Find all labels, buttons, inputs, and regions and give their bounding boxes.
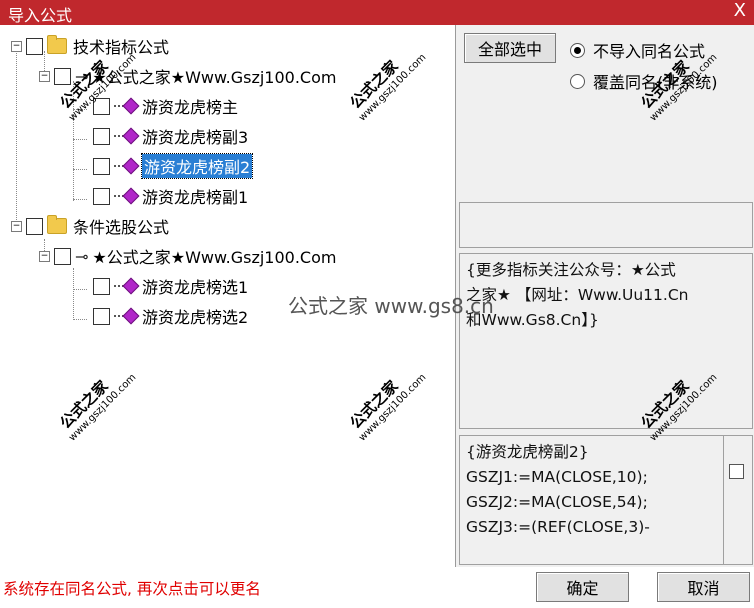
code-line: {游资龙虎榜副2}: [466, 443, 589, 461]
tree-connector: [73, 139, 87, 140]
tree-item[interactable]: 游资龙虎榜选2: [93, 304, 248, 328]
tree-connector: [73, 319, 87, 320]
key-icon: ⊸: [75, 246, 89, 266]
item-checkbox[interactable]: [93, 187, 110, 205]
group-checkbox[interactable]: [26, 37, 43, 55]
description-line: {更多指标关注公众号：★公式: [466, 261, 676, 279]
formula-icon: [114, 187, 140, 205]
item-checkbox[interactable]: [93, 277, 110, 295]
tree-item-selected[interactable]: 游资龙虎榜副2: [93, 153, 254, 179]
tree-group-stock[interactable]: − 条件选股公式: [11, 214, 169, 238]
collapse-icon[interactable]: −: [39, 70, 50, 82]
radio-icon[interactable]: [570, 73, 585, 89]
item-label[interactable]: 游资龙虎榜选1: [142, 274, 248, 298]
code-line: GSZJ1:=MA(CLOSE,10);: [466, 468, 648, 486]
tree-item[interactable]: 游资龙虎榜主: [93, 94, 238, 118]
status-message: 系统存在同名公式, 再次点击可以更名: [3, 580, 261, 598]
formula-icon: [114, 97, 140, 115]
formula-icon: [114, 277, 140, 295]
tree-connector: [73, 199, 87, 200]
group-checkbox[interactable]: [26, 217, 43, 235]
group-label[interactable]: 条件选股公式: [73, 214, 169, 238]
subgroup-label[interactable]: ★公式之家★Www.Gszj100.Com: [92, 244, 336, 268]
tree-item[interactable]: 游资龙虎榜副1: [93, 184, 248, 208]
description-text: {更多指标关注公众号：★公式 之家★ 【网址：Www.Uu11.Cn 和Www.…: [466, 258, 748, 333]
tree-subgroup[interactable]: − ⊸ ★公式之家★Www.Gszj100.Com: [39, 244, 336, 268]
formula-icon: [114, 157, 140, 175]
collapse-icon[interactable]: −: [11, 40, 22, 52]
subgroup-checkbox[interactable]: [54, 247, 71, 265]
tree-item[interactable]: 游资龙虎榜选1: [93, 274, 248, 298]
cancel-button[interactable]: 取消: [657, 572, 750, 602]
tree-item[interactable]: 游资龙虎榜副3: [93, 124, 248, 148]
item-checkbox[interactable]: [93, 307, 110, 325]
tree-group-indicator[interactable]: − 技术指标公式: [11, 34, 169, 58]
window-title: 导入公式: [8, 6, 73, 25]
code-preview-text: {游资龙虎榜副2} GSZJ1:=MA(CLOSE,10); GSZJ2:=MA…: [466, 440, 718, 540]
folder-icon: [47, 215, 67, 234]
preview-checkbox[interactable]: [729, 464, 744, 479]
formula-icon: [114, 127, 140, 145]
tree-connector: [16, 51, 17, 232]
subgroup-checkbox[interactable]: [54, 67, 71, 85]
tree-connector: [73, 169, 87, 170]
item-label[interactable]: 游资龙虎榜副1: [142, 184, 248, 208]
description-line: 之家★ 【网址：Www.Uu11.Cn: [466, 286, 689, 304]
code-line: GSZJ2:=MA(CLOSE,54);: [466, 493, 648, 511]
collapse-icon[interactable]: −: [11, 220, 22, 232]
formula-icon: [114, 307, 140, 325]
select-all-button[interactable]: 全部选中: [464, 33, 556, 63]
tree-connector: [73, 268, 74, 320]
tree-connector: [73, 289, 87, 290]
folder-icon: [47, 35, 67, 54]
empty-info-box: [459, 202, 753, 248]
radio-selected-icon[interactable]: [570, 42, 585, 58]
code-preview-scrollbar[interactable]: [723, 435, 753, 565]
description-line: 和Www.Gs8.Cn】}: [466, 311, 599, 329]
item-label[interactable]: 游资龙虎榜主: [142, 94, 238, 118]
code-line: GSZJ3:=(REF(CLOSE,3)-: [466, 518, 650, 536]
item-label[interactable]: 游资龙虎榜选2: [142, 304, 248, 328]
item-label[interactable]: 游资龙虎榜副2: [140, 153, 254, 179]
title-bar: 导入公式 X: [0, 0, 754, 25]
item-checkbox[interactable]: [93, 157, 110, 175]
center-watermark: 公式之家 www.gs8.cn: [288, 294, 494, 318]
ok-button[interactable]: 确定: [536, 572, 629, 602]
item-label[interactable]: 游资龙虎榜副3: [142, 124, 248, 148]
collapse-icon[interactable]: −: [39, 250, 50, 262]
item-checkbox[interactable]: [93, 127, 110, 145]
close-icon[interactable]: X: [734, 0, 746, 21]
